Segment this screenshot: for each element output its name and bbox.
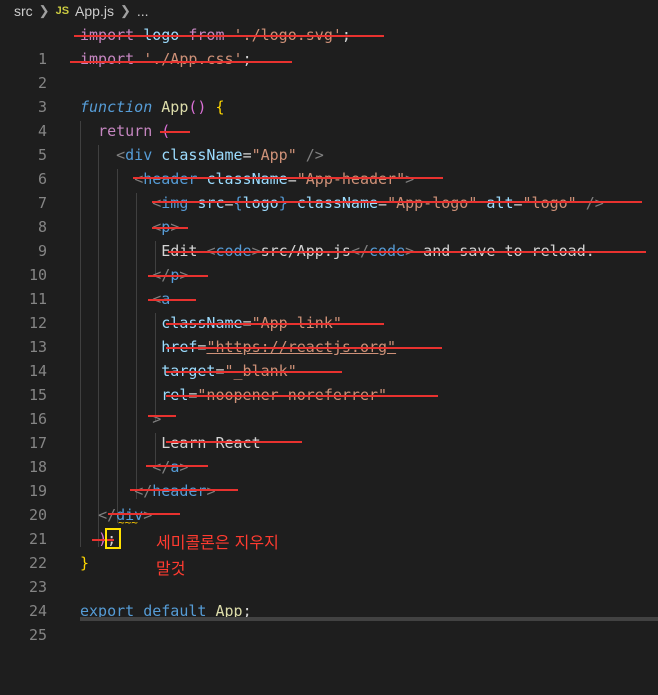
code-line[interactable]: 3: [0, 71, 658, 116]
code-token: "App-logo": [387, 194, 478, 212]
code-token: (): [188, 98, 207, 116]
code-token: =: [378, 194, 388, 212]
code-line[interactable]: 24: [0, 575, 658, 620]
code-token: </: [98, 506, 117, 524]
code-token: }: [278, 194, 288, 212]
strikethrough-mark: [146, 465, 208, 467]
strikethrough-mark: [166, 441, 302, 443]
code-line[interactable]: 12 <a: [0, 287, 658, 332]
strikethrough-mark: [168, 251, 646, 253]
strikethrough-mark: [148, 415, 176, 417]
code-line[interactable]: 2 import './App.css';: [0, 47, 658, 92]
code-editor[interactable]: 1 import logo from './logo.svg'; 2 impor…: [0, 22, 658, 644]
code-token: logo: [242, 194, 279, 212]
breadcrumb-symbols[interactable]: ...: [137, 3, 149, 19]
code-line[interactable]: 7 <header className="App-header">: [0, 167, 658, 212]
code-line[interactable]: 18 Learn React: [0, 431, 658, 476]
code-line[interactable]: 21 </div>: [0, 503, 658, 548]
code-token: App: [161, 98, 189, 116]
code-token: img: [161, 194, 189, 212]
strikethrough-mark: [70, 61, 292, 63]
code-token: className: [161, 146, 243, 164]
code-token: "logo": [522, 194, 577, 212]
breadcrumb-file[interactable]: App.js: [75, 3, 114, 19]
code-token: ;: [242, 50, 252, 68]
code-line[interactable]: 20 </header>: [0, 479, 658, 524]
strikethrough-mark: [166, 323, 384, 325]
code-line[interactable]: 6 <div className="App" />: [0, 143, 658, 188]
code-token: =: [242, 146, 252, 164]
code-token: './App.css': [143, 50, 243, 68]
code-token: function: [80, 98, 153, 116]
horizontal-scrollbar[interactable]: [80, 617, 658, 621]
code-token: Learn React: [161, 434, 261, 452]
strikethrough-mark: [160, 131, 190, 133]
code-token: <: [116, 146, 126, 164]
chevron-right-icon: ❯: [119, 3, 131, 18]
annotation-line: 세미콜론은 지우지: [156, 533, 279, 552]
code-token: </: [134, 482, 153, 500]
code-token: />: [305, 146, 324, 164]
code-token: </: [152, 458, 171, 476]
code-token: >: [179, 458, 189, 476]
strikethrough-mark: [74, 35, 384, 37]
code-token: =: [287, 170, 297, 188]
code-line[interactable]: 4 function App() {: [0, 95, 658, 140]
code-token: }: [80, 554, 90, 572]
code-token: >: [206, 482, 216, 500]
strikethrough-mark: [166, 395, 438, 397]
code-token: className: [206, 170, 288, 188]
breadcrumb: src ❯ JS App.js ❯ ...: [0, 0, 658, 22]
strikethrough-mark: [130, 489, 238, 491]
breadcrumb-folder[interactable]: src: [14, 3, 33, 19]
strikethrough-mark: [148, 275, 208, 277]
annotation-line: 말것: [156, 559, 186, 578]
strikethrough-mark: [133, 177, 443, 179]
code-token: header: [152, 482, 207, 500]
code-token: >: [152, 410, 162, 428]
code-token: return: [98, 122, 153, 140]
code-token: {: [233, 194, 243, 212]
strikethrough-mark: [148, 299, 196, 301]
code-token: {: [215, 98, 225, 116]
code-token: <: [152, 194, 162, 212]
code-token: import: [80, 50, 135, 68]
code-token: div: [125, 146, 153, 164]
strikethrough-mark: [166, 371, 342, 373]
code-token: src: [197, 194, 225, 212]
code-line[interactable]: 8 <img src={logo} className="App-logo" a…: [0, 191, 658, 236]
code-line[interactable]: 23 }: [0, 551, 658, 596]
strikethrough-mark: [166, 347, 442, 349]
code-line[interactable]: 19 </a>: [0, 455, 658, 500]
code-token: "App-header": [296, 170, 406, 188]
code-token: >: [405, 170, 415, 188]
strikethrough-mark: [108, 513, 180, 515]
strikethrough-mark: [152, 201, 642, 203]
annotation-note: 세미콜론은 지우지 말것: [156, 530, 279, 582]
code-token: "App": [251, 146, 297, 164]
code-token: <: [134, 170, 144, 188]
code-line[interactable]: 5 return (: [0, 119, 658, 164]
line-number: 25: [28, 626, 47, 644]
code-token: alt: [486, 194, 514, 212]
code-token: className: [296, 194, 379, 212]
code-line[interactable]: 9 <p>: [0, 215, 658, 260]
code-token: =: [513, 194, 523, 212]
code-token: =: [224, 194, 234, 212]
code-line[interactable]: 17 >: [0, 407, 658, 452]
code-token: a: [170, 458, 180, 476]
strikethrough-mark: [152, 227, 188, 229]
code-token: />: [585, 194, 604, 212]
code-line[interactable]: 11 </p>: [0, 263, 658, 308]
chevron-right-icon: ❯: [38, 3, 50, 18]
javascript-file-icon: JS: [55, 5, 70, 17]
highlight-box: [105, 528, 121, 549]
code-token: >: [143, 506, 153, 524]
code-token: header: [143, 170, 198, 188]
